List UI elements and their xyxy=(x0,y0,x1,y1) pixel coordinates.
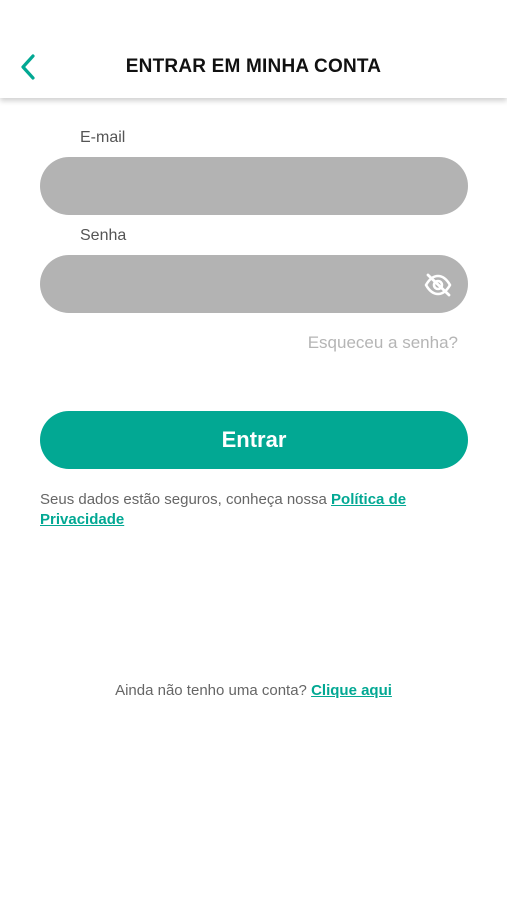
signup-link[interactable]: Clique aqui xyxy=(311,682,392,699)
email-label: E-mail xyxy=(80,129,126,146)
privacy-notice: Seus dados estão seguros, conheça nossa … xyxy=(40,490,470,530)
privacy-text: Seus dados estão seguros, conheça nossa xyxy=(40,491,327,508)
signup-prompt: Ainda não tenho uma conta? Clique aqui xyxy=(0,682,507,699)
email-field[interactable] xyxy=(40,157,468,215)
signup-text: Ainda não tenho uma conta? xyxy=(115,682,307,699)
password-label: Senha xyxy=(80,227,127,244)
login-button[interactable]: Entrar xyxy=(40,411,468,469)
eye-off-icon xyxy=(424,273,452,297)
page-title: ENTRAR EM MINHA CONTA xyxy=(125,56,382,77)
password-field[interactable] xyxy=(40,255,468,313)
password-visibility-toggle[interactable] xyxy=(421,270,455,300)
forgot-password-link[interactable]: Esqueceu a senha? xyxy=(308,333,458,353)
app-header: ENTRAR EM MINHA CONTA xyxy=(0,0,507,98)
